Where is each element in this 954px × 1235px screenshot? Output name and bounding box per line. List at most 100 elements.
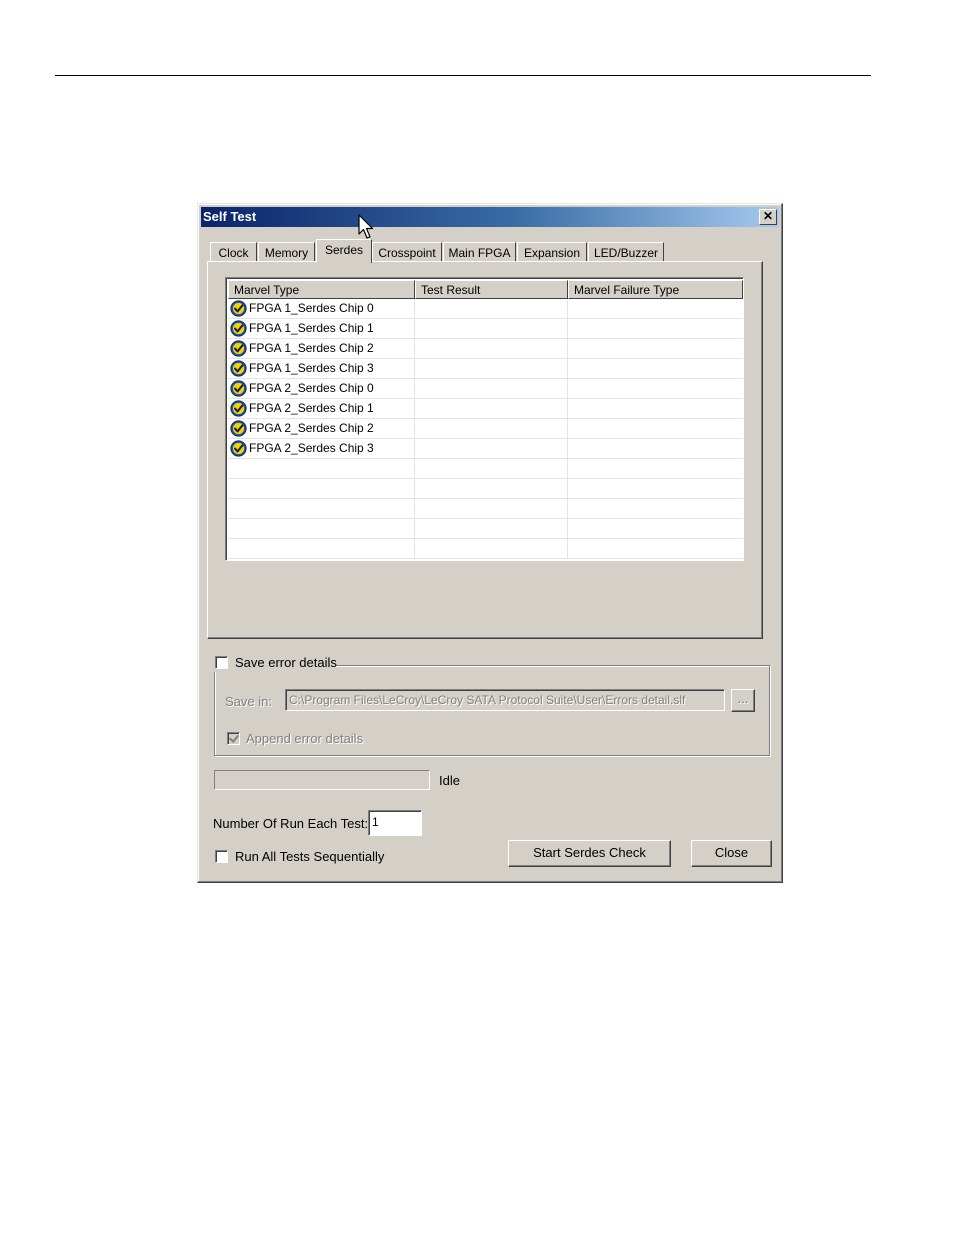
append-error-label: Append error details (246, 731, 364, 746)
browse-button[interactable]: ... (731, 689, 755, 712)
check-badge-icon (230, 420, 247, 437)
window-title: Self Test (203, 209, 257, 224)
cell-test-result (415, 359, 568, 378)
check-badge-icon (230, 360, 247, 377)
close-button[interactable]: Close (691, 840, 772, 867)
cell-marvel-failure-type (568, 459, 743, 478)
chip-name: FPGA 2_Serdes Chip 2 (249, 421, 374, 435)
chip-name: FPGA 2_Serdes Chip 3 (249, 441, 374, 455)
cell-test-result (415, 419, 568, 438)
table-row[interactable]: FPGA 2_Serdes Chip 3 (228, 439, 743, 459)
save-error-checkbox[interactable] (215, 656, 228, 669)
cell-marvel-failure-type (568, 519, 743, 538)
cell-test-result (415, 399, 568, 418)
table-row[interactable] (228, 499, 743, 519)
save-in-label: Save in: (225, 694, 272, 709)
serdes-tab-panel: Marvel Type Test Result Marvel Failure T… (207, 261, 763, 639)
table-row[interactable]: FPGA 1_Serdes Chip 1 (228, 319, 743, 339)
table-row[interactable]: FPGA 1_Serdes Chip 3 (228, 359, 743, 379)
tab-expansion[interactable]: Expansion (517, 242, 587, 262)
title-bar[interactable]: Self Test ✕ (201, 207, 779, 227)
cell-test-result (415, 539, 568, 558)
table-row[interactable]: FPGA 1_Serdes Chip 2 (228, 339, 743, 359)
cell-marvel-type (228, 539, 415, 558)
run-sequential-checkbox[interactable] (215, 850, 228, 863)
cell-marvel-failure-type (568, 379, 743, 398)
cell-marvel-failure-type (568, 479, 743, 498)
check-badge-icon (230, 320, 247, 337)
cell-marvel-type (228, 499, 415, 518)
close-icon: ✕ (762, 209, 774, 223)
status-text: Idle (439, 773, 460, 788)
chip-name: FPGA 2_Serdes Chip 1 (249, 401, 374, 415)
tab-led-buzzer[interactable]: LED/Buzzer (588, 242, 664, 262)
tab-clock[interactable]: Clock (210, 242, 257, 262)
cell-marvel-type: FPGA 2_Serdes Chip 0 (228, 379, 415, 398)
cell-marvel-type: FPGA 2_Serdes Chip 1 (228, 399, 415, 418)
chip-name: FPGA 1_Serdes Chip 2 (249, 341, 374, 355)
runs-label: Number Of Run Each Test: (213, 816, 369, 831)
cell-test-result (415, 459, 568, 478)
serdes-results-table[interactable]: Marvel Type Test Result Marvel Failure T… (225, 277, 744, 561)
cell-marvel-failure-type (568, 359, 743, 378)
cell-marvel-failure-type (568, 419, 743, 438)
check-badge-icon (230, 300, 247, 317)
column-marvel-failure-type[interactable]: Marvel Failure Type (568, 280, 743, 299)
cell-test-result (415, 339, 568, 358)
close-window-button[interactable]: ✕ (759, 209, 777, 225)
tab-crosspoint[interactable]: Crosspoint (372, 242, 442, 262)
cell-marvel-failure-type (568, 299, 743, 318)
cell-test-result (415, 299, 568, 318)
mouse-pointer-icon (358, 214, 374, 239)
column-test-result[interactable]: Test Result (415, 280, 568, 299)
cell-marvel-failure-type (568, 399, 743, 418)
cell-marvel-type: FPGA 1_Serdes Chip 0 (228, 299, 415, 318)
cell-marvel-failure-type (568, 319, 743, 338)
chip-name: FPGA 1_Serdes Chip 3 (249, 361, 374, 375)
table-row[interactable] (228, 539, 743, 559)
tab-main-fpga[interactable]: Main FPGA (443, 242, 516, 262)
cell-test-result (415, 479, 568, 498)
save-error-group: Save in: C:\Program Files\LeCroy\LeCroy … (214, 665, 770, 756)
table-row[interactable] (228, 459, 743, 479)
cell-marvel-type (228, 519, 415, 538)
save-error-label: Save error details (235, 655, 337, 670)
cell-test-result (415, 519, 568, 538)
check-badge-icon (230, 380, 247, 397)
cell-marvel-type (228, 459, 415, 478)
cell-test-result (415, 499, 568, 518)
page-header-rule (55, 75, 871, 76)
table-header: Marvel Type Test Result Marvel Failure T… (228, 280, 743, 299)
cell-marvel-type: FPGA 2_Serdes Chip 2 (228, 419, 415, 438)
cell-marvel-failure-type (568, 539, 743, 558)
column-marvel-type[interactable]: Marvel Type (228, 280, 415, 299)
self-test-dialog: Self Test ✕ Clock Memory Serdes Crosspoi… (197, 203, 783, 883)
chip-name: FPGA 1_Serdes Chip 1 (249, 321, 374, 335)
check-badge-icon (230, 340, 247, 357)
tab-memory[interactable]: Memory (258, 242, 315, 262)
progress-bar (214, 770, 430, 790)
table-row[interactable]: FPGA 2_Serdes Chip 2 (228, 419, 743, 439)
check-badge-icon (230, 440, 247, 457)
append-error-checkbox[interactable] (227, 732, 240, 745)
table-body: FPGA 1_Serdes Chip 0 FPGA 1_Serdes Chip 1… (228, 299, 743, 559)
cell-test-result (415, 319, 568, 338)
table-row[interactable]: FPGA 2_Serdes Chip 1 (228, 399, 743, 419)
cell-marvel-failure-type (568, 339, 743, 358)
table-row[interactable] (228, 479, 743, 499)
cell-marvel-type: FPGA 1_Serdes Chip 1 (228, 319, 415, 338)
save-in-path-field[interactable]: C:\Program Files\LeCroy\LeCroy SATA Prot… (285, 689, 725, 711)
cell-marvel-failure-type (568, 439, 743, 458)
chip-name: FPGA 1_Serdes Chip 0 (249, 301, 374, 315)
runs-input[interactable]: 1 (368, 810, 422, 836)
cell-test-result (415, 439, 568, 458)
table-row[interactable]: FPGA 1_Serdes Chip 0 (228, 299, 743, 319)
table-row[interactable]: FPGA 2_Serdes Chip 0 (228, 379, 743, 399)
cell-test-result (415, 379, 568, 398)
cell-marvel-failure-type (568, 499, 743, 518)
chip-name: FPGA 2_Serdes Chip 0 (249, 381, 374, 395)
tab-serdes[interactable]: Serdes (316, 239, 372, 263)
check-badge-icon (230, 400, 247, 417)
start-serdes-check-button[interactable]: Start Serdes Check (508, 840, 671, 867)
table-row[interactable] (228, 519, 743, 539)
